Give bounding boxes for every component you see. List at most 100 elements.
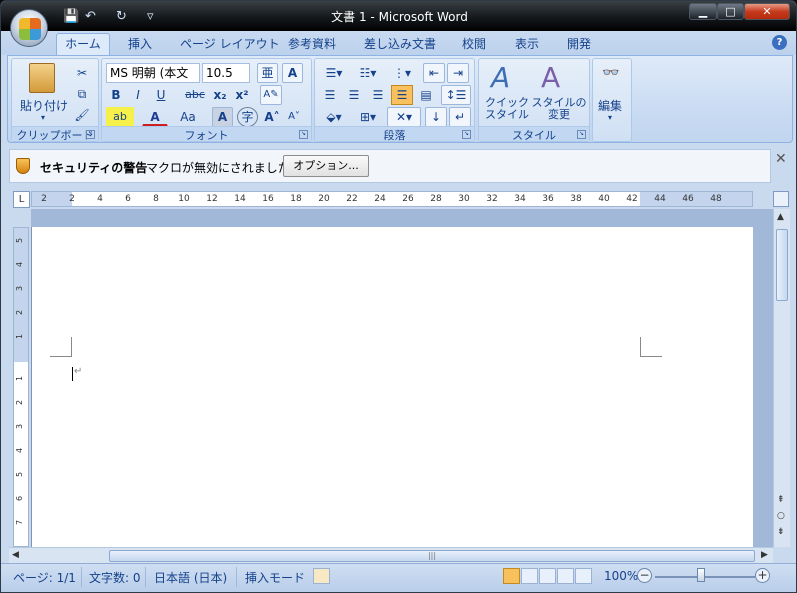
full-screen-reading-icon[interactable] bbox=[521, 568, 538, 584]
zoom-slider[interactable] bbox=[655, 576, 755, 578]
bullets-icon[interactable]: ☰▾ bbox=[319, 63, 349, 83]
next-page-icon[interactable]: ⇟ bbox=[777, 527, 785, 537]
document-page[interactable]: ↵ bbox=[31, 227, 753, 557]
browse-object-icon[interactable]: ○ bbox=[777, 511, 785, 521]
multilevel-list-icon[interactable]: ⋮▾ bbox=[387, 63, 417, 83]
insert-mode[interactable]: 挿入モード bbox=[245, 569, 305, 586]
align-right-icon[interactable]: ☰ bbox=[367, 85, 389, 105]
vertical-scroll-thumb[interactable] bbox=[776, 229, 788, 301]
line-spacing-icon[interactable]: ↕☰ bbox=[441, 85, 471, 105]
zoom-in-button[interactable]: + bbox=[755, 568, 770, 583]
grow-font-icon[interactable]: A˄ bbox=[262, 107, 282, 127]
enclose-char-icon[interactable]: 字 bbox=[237, 107, 258, 127]
quick-styles-icon[interactable]: A bbox=[491, 61, 510, 94]
increase-indent-icon[interactable]: ⇥ bbox=[447, 63, 469, 83]
decrease-indent-icon[interactable]: ⇤ bbox=[423, 63, 445, 83]
scroll-right-icon[interactable]: ▶ bbox=[761, 550, 768, 560]
draft-icon[interactable] bbox=[575, 568, 592, 584]
word-count[interactable]: 文字数: 0 bbox=[89, 569, 141, 586]
char-shading-icon[interactable]: A bbox=[212, 107, 233, 127]
edit-button[interactable]: 編集 bbox=[598, 97, 622, 114]
font-color-icon[interactable]: A bbox=[142, 107, 168, 127]
ruby-icon[interactable]: 亜 bbox=[257, 63, 278, 83]
zoom-out-button[interactable]: − bbox=[637, 568, 652, 583]
clear-format-icon[interactable]: A✎ bbox=[260, 85, 282, 105]
paste-button[interactable]: 貼り付け bbox=[20, 97, 68, 114]
tab-home[interactable]: ホーム bbox=[56, 33, 110, 56]
macro-record-icon[interactable] bbox=[313, 568, 330, 584]
security-close-icon[interactable]: ✕ bbox=[775, 151, 787, 167]
edit-dropdown-icon[interactable]: ▾ bbox=[608, 113, 612, 122]
shrink-font-icon[interactable]: A˅ bbox=[284, 107, 304, 127]
align-left-icon[interactable]: ☰ bbox=[319, 85, 341, 105]
highlight-icon[interactable]: ab bbox=[106, 107, 134, 127]
strikethrough-icon[interactable]: abc bbox=[182, 85, 208, 105]
char-border-icon[interactable]: A bbox=[282, 63, 303, 83]
page-count[interactable]: ページ: 1/1 bbox=[13, 569, 76, 586]
underline-icon[interactable]: U bbox=[150, 85, 172, 105]
minimize-button[interactable]: ▁ bbox=[689, 3, 717, 20]
bold-icon[interactable]: B bbox=[106, 85, 126, 105]
numbering-icon[interactable]: ☷▾ bbox=[353, 63, 383, 83]
sort-icon[interactable]: ↓ bbox=[425, 107, 447, 127]
outline-icon[interactable] bbox=[557, 568, 574, 584]
justify-icon[interactable]: ☰ bbox=[391, 85, 413, 105]
change-case-icon[interactable]: Aa bbox=[174, 107, 202, 127]
scroll-left-icon[interactable]: ◀ bbox=[12, 550, 19, 560]
maximize-button[interactable]: □ bbox=[717, 3, 744, 20]
vertical-scrollbar[interactable]: ▲ ⇞ ○ ⇟ bbox=[773, 209, 790, 547]
paste-icon[interactable] bbox=[29, 63, 55, 93]
tab-view[interactable]: 表示 bbox=[515, 35, 539, 52]
language-indicator[interactable]: 日本語 (日本) bbox=[154, 569, 227, 586]
zoom-level[interactable]: 100% bbox=[604, 569, 638, 583]
tab-review[interactable]: 校閲 bbox=[462, 35, 486, 52]
italic-icon[interactable]: I bbox=[128, 85, 148, 105]
print-layout-icon[interactable] bbox=[503, 568, 520, 584]
borders-icon[interactable]: ⊞▾ bbox=[353, 107, 383, 127]
undo-icon[interactable]: ↶ bbox=[85, 9, 96, 24]
view-ruler-icon[interactable] bbox=[773, 191, 789, 207]
show-marks-icon[interactable]: ↵ bbox=[449, 107, 471, 127]
copy-icon[interactable]: ⧉ bbox=[72, 84, 92, 104]
horizontal-scroll-thumb[interactable]: ||| bbox=[109, 550, 755, 562]
tab-developer[interactable]: 開発 bbox=[567, 35, 591, 52]
horizontal-ruler[interactable]: 2 2 4 6 8 10 12 14 16 18 20 22 24 26 28 30 32 34 36 38 40 42 4… bbox=[31, 191, 753, 207]
tab-selector[interactable]: L bbox=[13, 191, 30, 208]
tab-mailings[interactable]: 差し込み文書 bbox=[364, 35, 436, 52]
options-button[interactable]: オプション... bbox=[283, 155, 369, 177]
tab-insert[interactable]: 挿入 bbox=[128, 35, 152, 52]
change-styles-icon[interactable]: A bbox=[541, 61, 560, 94]
web-layout-icon[interactable] bbox=[539, 568, 556, 584]
change-styles-button[interactable]: スタイルの 変更 bbox=[531, 97, 587, 121]
scroll-up-icon[interactable]: ▲ bbox=[777, 212, 784, 222]
align-center-icon[interactable]: ☰ bbox=[343, 85, 365, 105]
format-painter-icon[interactable]: 🖌 bbox=[72, 105, 92, 125]
find-binoculars-icon[interactable]: 👓 bbox=[602, 65, 619, 81]
font-launcher-icon[interactable]: ↘ bbox=[299, 130, 308, 139]
tab-references[interactable]: 参考資料 bbox=[288, 35, 336, 52]
font-size-select[interactable]: 10.5 bbox=[202, 63, 250, 83]
customize-qat-icon[interactable]: ▿ bbox=[147, 9, 154, 24]
vertical-ruler[interactable]: 5 4 3 2 1 1 2 3 4 5 6 7 bbox=[13, 227, 29, 547]
paste-dropdown-icon[interactable]: ▾ bbox=[41, 113, 45, 122]
previous-page-icon[interactable]: ⇞ bbox=[777, 495, 785, 505]
tab-page-layout[interactable]: ページ レイアウト bbox=[180, 35, 280, 52]
clipboard-launcher-icon[interactable]: ↘ bbox=[86, 130, 95, 139]
help-icon[interactable]: ? bbox=[772, 35, 787, 50]
save-icon[interactable]: 💾 bbox=[63, 9, 79, 24]
shading-icon[interactable]: ⬙▾ bbox=[319, 107, 349, 127]
styles-launcher-icon[interactable]: ↘ bbox=[577, 130, 586, 139]
horizontal-scrollbar[interactable]: ◀ ||| ▶ bbox=[9, 547, 773, 563]
superscript-icon[interactable]: x² bbox=[232, 85, 252, 105]
asian-layout-icon[interactable]: ✕▾ bbox=[387, 107, 421, 127]
close-button[interactable]: ✕ bbox=[744, 3, 790, 20]
zoom-slider-thumb[interactable] bbox=[697, 568, 705, 582]
subscript-icon[interactable]: x₂ bbox=[210, 85, 230, 105]
office-button[interactable] bbox=[10, 9, 48, 47]
font-name-select[interactable]: MS 明朝 (本文 bbox=[106, 63, 200, 83]
quick-styles-button[interactable]: クイック スタイル bbox=[483, 97, 531, 121]
distributed-icon[interactable]: ▤ bbox=[415, 85, 437, 105]
redo-icon[interactable]: ↻ bbox=[116, 9, 127, 24]
paragraph-launcher-icon[interactable]: ↘ bbox=[462, 130, 471, 139]
cut-icon[interactable]: ✂ bbox=[72, 63, 92, 83]
